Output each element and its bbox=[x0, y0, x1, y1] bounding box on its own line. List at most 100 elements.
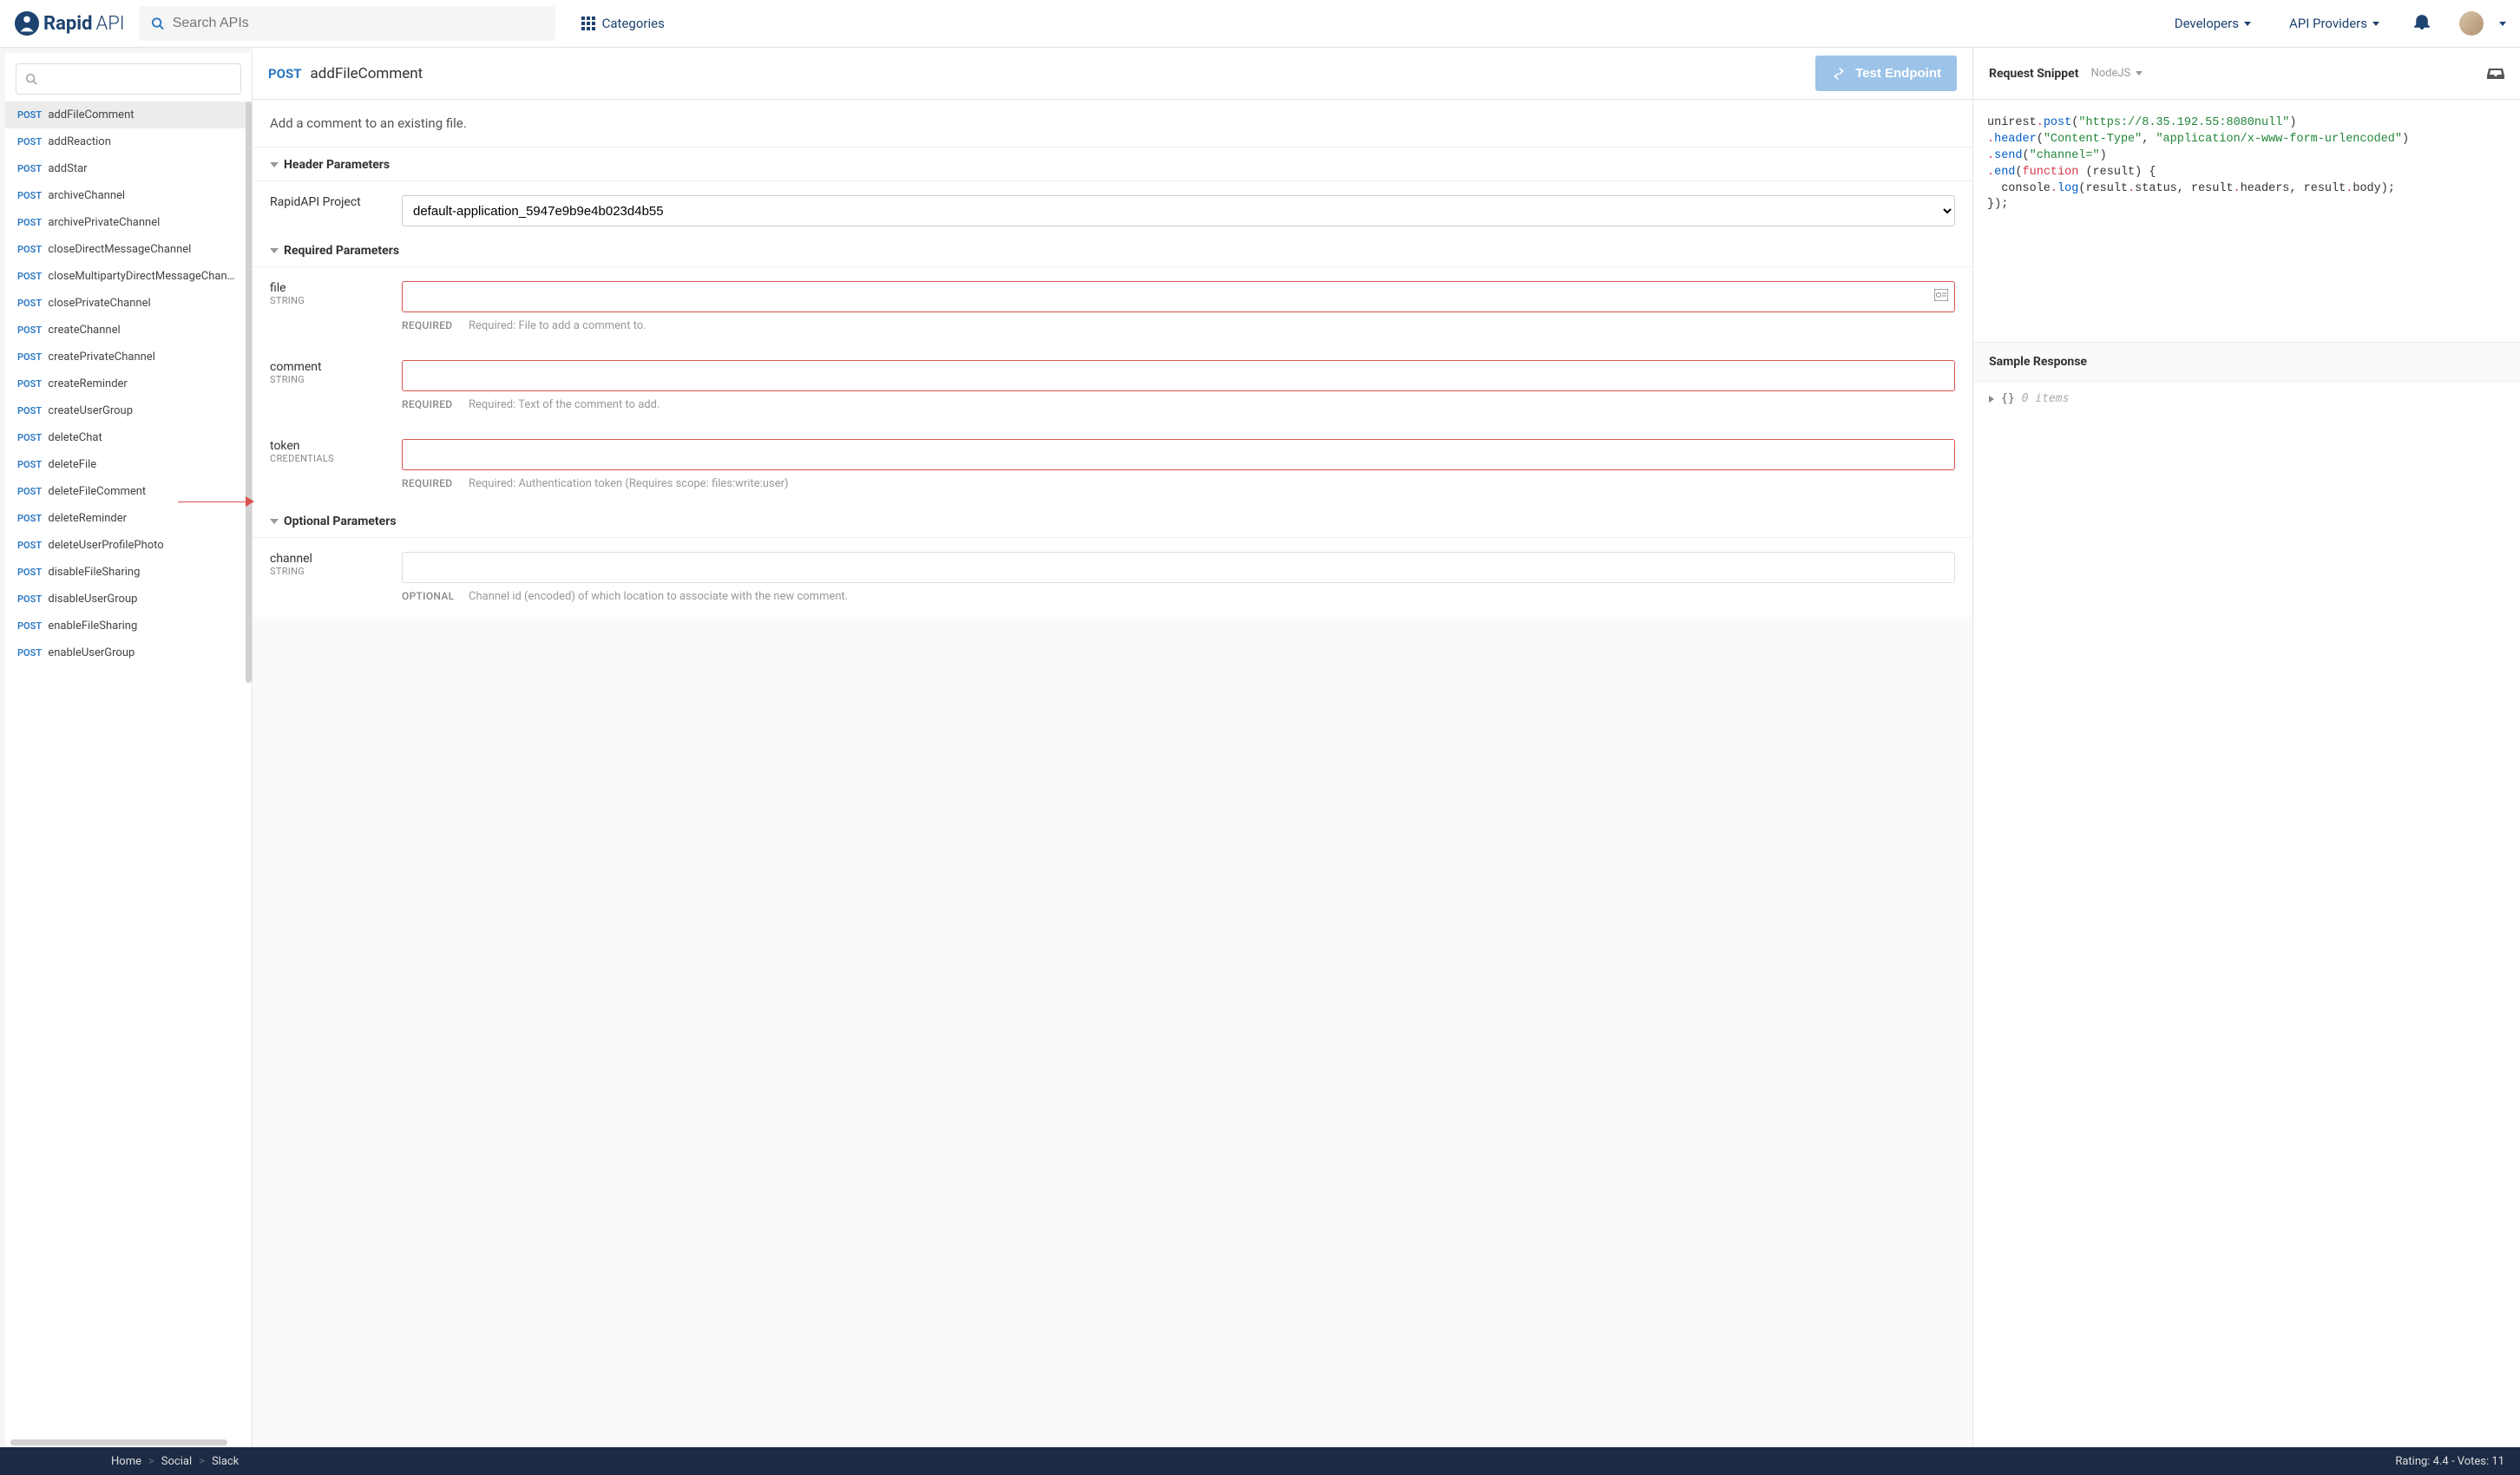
copy-button[interactable] bbox=[2487, 65, 2504, 82]
endpoint-method: POST bbox=[17, 271, 42, 282]
sidebar-endpoint-deleteFile[interactable]: POST deleteFile bbox=[5, 451, 252, 478]
developers-menu[interactable]: Developers bbox=[2162, 16, 2263, 31]
sidebar-search[interactable] bbox=[16, 63, 241, 95]
sidebar-endpoint-archivePrivateChannel[interactable]: POST archivePrivateChannel bbox=[5, 209, 252, 236]
param-requirement: REQUIRED bbox=[402, 319, 458, 332]
sidebar-endpoint-addStar[interactable]: POST addStar bbox=[5, 155, 252, 182]
endpoint-method: POST bbox=[17, 136, 42, 148]
language-select[interactable]: NodeJS bbox=[2090, 67, 2143, 80]
param-requirement: REQUIRED bbox=[402, 477, 458, 490]
sidebar-endpoint-createChannel[interactable]: POST createChannel bbox=[5, 317, 252, 344]
avatar[interactable] bbox=[2459, 11, 2484, 36]
crumb-social[interactable]: Social bbox=[161, 1455, 192, 1468]
param-help: Channel id (encoded) of which location t… bbox=[469, 590, 1955, 603]
crumb-home[interactable]: Home bbox=[111, 1455, 141, 1468]
param-type: STRING bbox=[270, 374, 391, 385]
endpoint-name-label: addReaction bbox=[48, 135, 111, 148]
test-endpoint-button[interactable]: Test Endpoint bbox=[1815, 56, 1957, 91]
collapse-icon bbox=[270, 248, 279, 253]
endpoint-detail-panel: POST addFileComment Test Endpoint Add a … bbox=[253, 48, 1973, 1447]
sidebar-endpoint-archiveChannel[interactable]: POST archiveChannel bbox=[5, 182, 252, 209]
endpoint-name-label: createChannel bbox=[48, 324, 120, 337]
sidebar-endpoint-deleteReminder[interactable]: POST deleteReminder bbox=[5, 505, 252, 532]
param-help: Required: Authentication token (Requires… bbox=[469, 477, 1955, 490]
endpoint-method: POST bbox=[17, 593, 42, 605]
endpoint-name-label: deleteUserProfilePhoto bbox=[48, 539, 163, 552]
credentials-icon[interactable] bbox=[1934, 289, 1948, 305]
sidebar-endpoint-deleteChat[interactable]: POST deleteChat bbox=[5, 424, 252, 451]
categories-label: Categories bbox=[602, 16, 665, 31]
endpoint-method: POST bbox=[17, 647, 42, 659]
swap-icon bbox=[1831, 68, 1847, 80]
bell-icon bbox=[2414, 14, 2430, 30]
endpoint-method: POST bbox=[17, 405, 42, 416]
endpoint-method: POST bbox=[17, 378, 42, 390]
user-menu-caret-icon[interactable] bbox=[2499, 22, 2506, 26]
param-name: file bbox=[270, 281, 391, 295]
endpoint-list[interactable]: POST addFileCommentPOST addReactionPOST … bbox=[5, 102, 252, 1438]
logo-text-thin: API bbox=[95, 13, 124, 35]
logo-icon bbox=[14, 10, 40, 36]
param-name: channel bbox=[270, 552, 391, 566]
endpoint-name-label: closeMultipartyDirectMessageChannel bbox=[48, 270, 242, 283]
endpoint-description: Add a comment to an existing file. bbox=[253, 100, 1972, 148]
endpoint-name-label: createReminder bbox=[48, 377, 127, 390]
language-label: NodeJS bbox=[2090, 67, 2130, 80]
snippet-title: Request Snippet bbox=[1989, 67, 2078, 81]
endpoint-name-label: addStar bbox=[48, 162, 87, 175]
sidebar-endpoint-addReaction[interactable]: POST addReaction bbox=[5, 128, 252, 155]
sidebar-endpoint-closePrivateChannel[interactable]: POST closePrivateChannel bbox=[5, 290, 252, 317]
param-type: STRING bbox=[270, 295, 391, 306]
scrollbar-horizontal[interactable] bbox=[10, 1439, 227, 1446]
braces-icon: {} bbox=[2001, 392, 2015, 405]
param-input-comment[interactable] bbox=[402, 360, 1955, 391]
required-params-section[interactable]: Required Parameters bbox=[253, 233, 1972, 267]
endpoint-name: addFileComment bbox=[311, 65, 423, 82]
endpoint-method: POST bbox=[17, 459, 42, 470]
notifications-button[interactable] bbox=[2405, 14, 2438, 33]
endpoint-name-label: enableFileSharing bbox=[48, 620, 137, 633]
sidebar-endpoint-closeDirectMessageChannel[interactable]: POST closeDirectMessageChannel bbox=[5, 236, 252, 263]
crumb-slack[interactable]: Slack bbox=[212, 1455, 239, 1468]
endpoint-method: POST bbox=[17, 351, 42, 363]
project-select[interactable]: default-application_5947e9b9e4b023d4b55 bbox=[402, 195, 1955, 226]
endpoint-name-label: enableUserGroup bbox=[48, 646, 135, 659]
endpoint-name-label: disableUserGroup bbox=[48, 593, 137, 606]
param-input-file[interactable] bbox=[402, 281, 1955, 312]
search-input[interactable] bbox=[173, 16, 543, 31]
sidebar-endpoint-createPrivateChannel[interactable]: POST createPrivateChannel bbox=[5, 344, 252, 370]
caret-icon bbox=[2136, 71, 2143, 75]
sidebar-endpoint-disableFileSharing[interactable]: POST disableFileSharing bbox=[5, 559, 252, 586]
optional-params-section[interactable]: Optional Parameters bbox=[253, 504, 1972, 538]
param-name: token bbox=[270, 439, 391, 453]
param-input-channel[interactable] bbox=[402, 552, 1955, 583]
endpoint-method: POST bbox=[17, 567, 42, 578]
code-snippet[interactable]: unirest.post("https://8.35.192.55:8080nu… bbox=[1973, 100, 2520, 229]
endpoint-name-label: deleteReminder bbox=[48, 512, 127, 525]
logo[interactable]: RapidAPI bbox=[14, 10, 125, 36]
sidebar-endpoint-enableFileSharing[interactable]: POST enableFileSharing bbox=[5, 613, 252, 639]
endpoint-method: POST bbox=[268, 66, 302, 82]
sidebar-endpoint-createUserGroup[interactable]: POST createUserGroup bbox=[5, 397, 252, 424]
sample-response-body[interactable]: {} 0 items bbox=[1973, 382, 2520, 416]
sidebar-endpoint-deleteUserProfilePhoto[interactable]: POST deleteUserProfilePhoto bbox=[5, 532, 252, 559]
endpoint-method: POST bbox=[17, 244, 42, 255]
search-bar[interactable] bbox=[139, 6, 555, 41]
endpoint-method: POST bbox=[17, 190, 42, 201]
providers-menu[interactable]: API Providers bbox=[2277, 16, 2392, 31]
categories-link[interactable]: Categories bbox=[581, 16, 665, 31]
sidebar-endpoint-addFileComment[interactable]: POST addFileComment bbox=[5, 102, 252, 128]
header-params-section[interactable]: Header Parameters bbox=[253, 148, 1972, 181]
scrollbar-vertical[interactable] bbox=[246, 102, 252, 683]
sidebar-endpoint-closeMultipartyDirectMessageChannel[interactable]: POST closeMultipartyDirectMessageChannel bbox=[5, 263, 252, 290]
param-requirement: OPTIONAL bbox=[402, 590, 458, 603]
sidebar-endpoint-disableUserGroup[interactable]: POST disableUserGroup bbox=[5, 586, 252, 613]
endpoint-name-label: deleteFileComment bbox=[48, 485, 146, 498]
param-input-token[interactable] bbox=[402, 439, 1955, 470]
endpoint-method: POST bbox=[17, 163, 42, 174]
endpoint-name-label: deleteChat bbox=[48, 431, 102, 444]
sidebar-endpoint-createReminder[interactable]: POST createReminder bbox=[5, 370, 252, 397]
sidebar-endpoint-deleteFileComment[interactable]: POST deleteFileComment bbox=[5, 478, 252, 505]
sidebar-endpoint-enableUserGroup[interactable]: POST enableUserGroup bbox=[5, 639, 252, 666]
endpoint-method: POST bbox=[17, 620, 42, 632]
